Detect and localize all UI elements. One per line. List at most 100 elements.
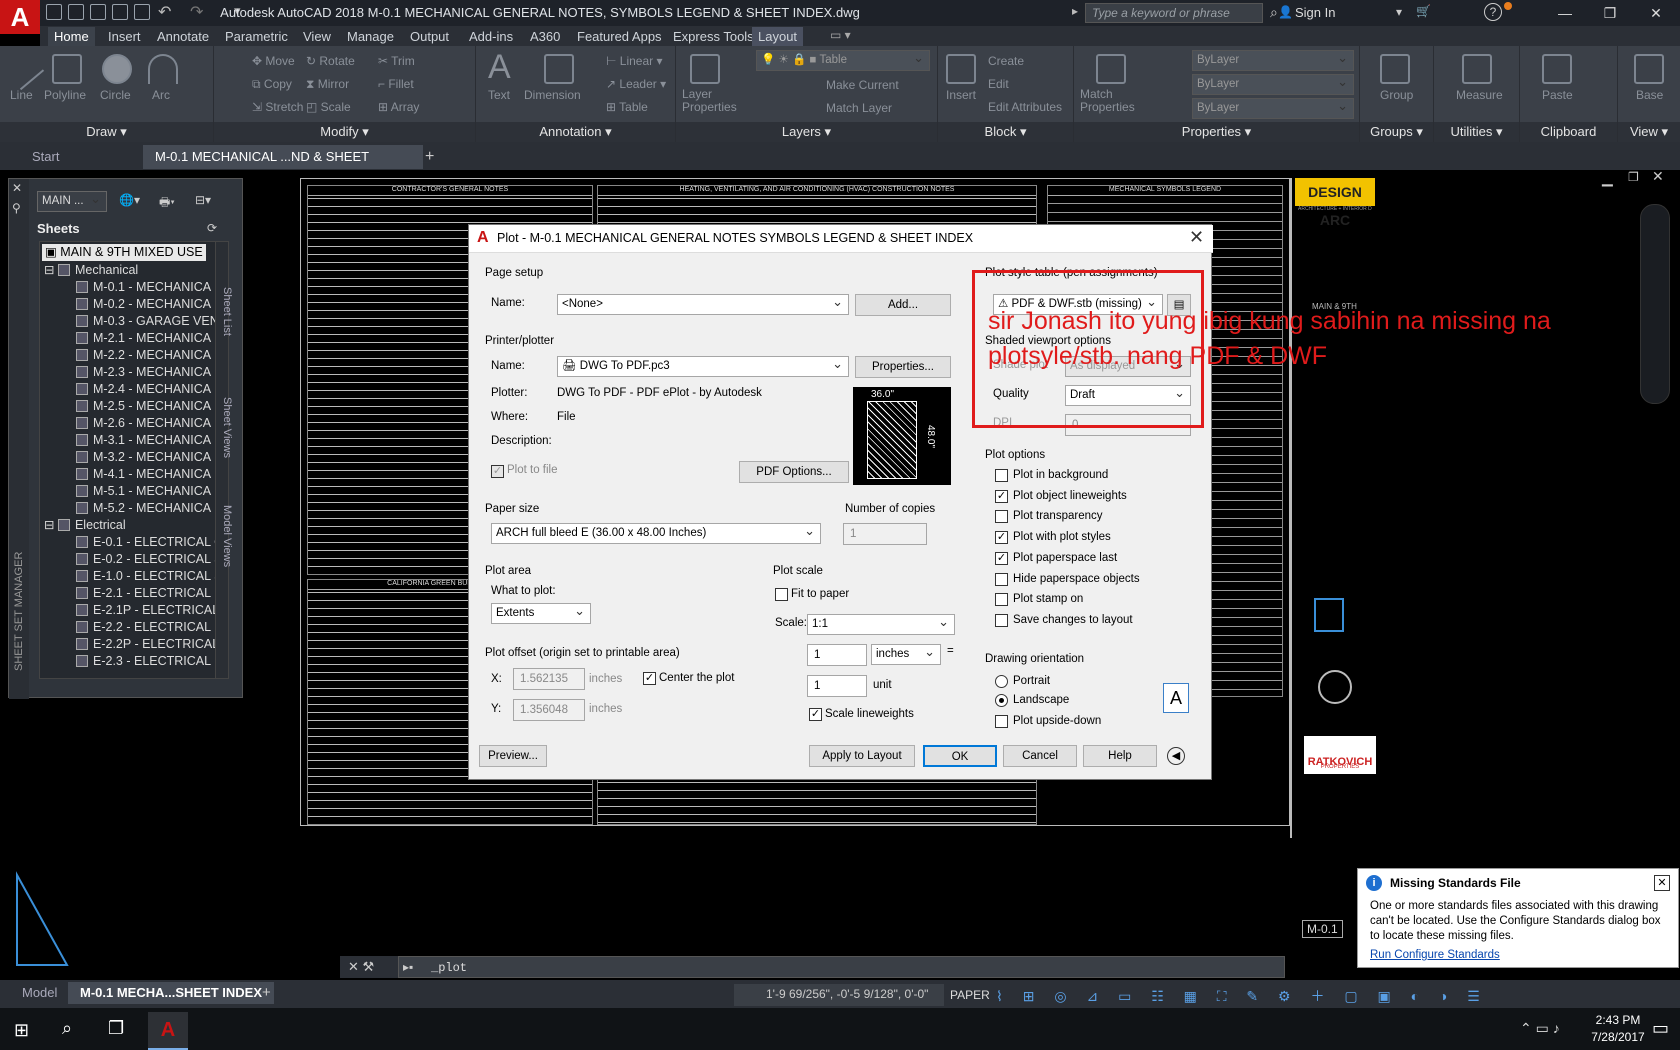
measure-tool[interactable]: Measure (1456, 88, 1503, 102)
annotation-panel-title[interactable]: Annotation ▾ (476, 122, 675, 142)
paste-icon[interactable] (1542, 54, 1572, 84)
new-tab-icon[interactable]: + (425, 148, 434, 166)
sheet-list-item[interactable]: M-2.3 - MECHANICA (76, 364, 211, 381)
edit-block-tool[interactable]: Edit (988, 77, 1009, 91)
offset-x-input[interactable]: 1.562135 (513, 668, 585, 690)
toast-close-icon[interactable]: ✕ (1654, 875, 1670, 891)
mirror-tool[interactable]: ⧗ Mirror (306, 77, 349, 92)
tree-group[interactable]: ⊟ Mechanical (44, 262, 138, 279)
tab-home[interactable]: Home (48, 27, 95, 46)
ok-button[interactable]: OK (923, 745, 997, 767)
publish-icon[interactable]: 🌐▾ (119, 193, 140, 207)
pdf-options-button[interactable]: PDF Options... (739, 461, 849, 483)
sheet-list-item[interactable]: M-5.1 - MECHANICA (76, 483, 211, 500)
scale-unit-input[interactable]: 1 (807, 675, 867, 697)
add-page-setup-button[interactable]: Add... (855, 294, 951, 316)
tab-output[interactable]: Output (404, 27, 455, 46)
scale-select[interactable]: 1:1 (807, 614, 955, 635)
sheet-list-item[interactable]: E-2.1 - ELECTRICAL LI (76, 585, 223, 602)
layer-properties-icon[interactable] (690, 54, 720, 84)
autocad-taskbar-icon[interactable]: A (148, 1012, 188, 1050)
ssm-pin-icon[interactable]: ⚲ (12, 201, 21, 215)
create-block-tool[interactable]: Create (988, 54, 1024, 68)
sheet-list-item[interactable]: M-2.2 - MECHANICA (76, 347, 211, 364)
viewport-close-icon[interactable]: ✕ (1652, 168, 1664, 185)
tab-featured-apps[interactable]: Featured Apps (571, 27, 668, 46)
preview-button[interactable]: Preview... (479, 745, 547, 767)
view-options-icon[interactable]: ⊟▾ (195, 193, 211, 207)
insert-block-icon[interactable] (946, 54, 976, 84)
sheet-list-item[interactable]: M-4.1 - MECHANICA (76, 466, 211, 483)
clipboard-panel-title[interactable]: Clipboard (1520, 122, 1617, 142)
match-layer-tool[interactable]: Match Layer (826, 101, 892, 115)
base-view-icon[interactable] (1634, 54, 1664, 84)
rotate-tool[interactable]: ↻ Rotate (306, 54, 355, 68)
layer-combo[interactable]: 💡 ☀ 🔒 ■ Table (756, 50, 930, 71)
sheet-list-item[interactable]: M-2.6 - MECHANICA (76, 415, 211, 432)
sheet-list-item[interactable]: M-0.3 - GARAGE VEN (76, 313, 219, 330)
search-input[interactable]: Type a keyword or phrase (1085, 3, 1263, 23)
arc-tool[interactable]: Arc (152, 88, 170, 102)
tab-current-drawing[interactable]: M-0.1 MECHANICAL ...ND & SHEET INDEX* (143, 145, 423, 188)
dimension-icon[interactable] (544, 54, 574, 84)
viewport-restore-icon[interactable]: ❐ (1628, 170, 1639, 184)
tree-root[interactable]: ▣ MAIN & 9TH MIXED USE (42, 244, 206, 261)
match-properties-icon[interactable] (1096, 54, 1126, 84)
page-setup-name-select[interactable]: <None> (557, 294, 849, 315)
viewport-min-icon[interactable]: ▁ (1602, 170, 1613, 187)
sheet-list-item[interactable]: E-2.2 - ELECTRICAL LI (76, 619, 223, 636)
tab-a360[interactable]: A360 (524, 27, 566, 46)
plot-option-checkbox[interactable] (995, 510, 1008, 524)
center-plot-checkbox[interactable]: ✓ (643, 672, 656, 685)
tab-sheet-views[interactable]: Sheet Views (221, 397, 233, 458)
ssm-close-icon[interactable]: ✕ (12, 181, 22, 195)
dialog-close-icon[interactable]: ✕ (1189, 227, 1204, 248)
coordinates-readout[interactable]: 1'-9 69/256", -0'-5 9/128", 0'-0" (734, 984, 944, 1006)
upside-down-checkbox[interactable] (995, 715, 1008, 728)
plot-option-checkbox[interactable]: ✓ (995, 551, 1008, 565)
tab-sheet-list[interactable]: Sheet List (221, 287, 233, 336)
lineweight-combo[interactable]: ByLayer (1192, 98, 1354, 119)
clock-date[interactable]: 7/28/2017 (1588, 1030, 1648, 1044)
sheet-list-item[interactable]: M-3.2 - MECHANICA (76, 449, 211, 466)
utilities-panel-title[interactable]: Utilities ▾ (1434, 122, 1519, 142)
make-current-tool[interactable]: Make Current (826, 78, 899, 92)
tab-model[interactable]: Model (10, 982, 69, 1004)
scale-tool[interactable]: ◰ Scale (306, 100, 351, 114)
command-tools[interactable]: ✕ ⚒ (340, 956, 398, 978)
tree-group[interactable]: ⊟ Electrical (44, 517, 126, 534)
help-button[interactable]: Help (1083, 745, 1157, 767)
close-icon[interactable]: ✕ (1636, 2, 1676, 24)
insert-block-tool[interactable]: Insert (946, 88, 976, 102)
plot-option-checkbox[interactable]: ✓ (995, 531, 1008, 545)
color-combo[interactable]: ByLayer (1192, 50, 1354, 71)
sheet-list-item[interactable]: M-0.2 - MECHANICA (76, 296, 211, 313)
plot-option-checkbox[interactable]: ✓ (995, 489, 1008, 503)
cart-icon[interactable]: 🛒 (1416, 4, 1431, 18)
navigation-bar[interactable] (1640, 204, 1670, 404)
fillet-tool[interactable]: ⌐ Fillet (378, 77, 414, 91)
add-layout-icon[interactable]: + (262, 984, 271, 1001)
arrow-right-icon[interactable]: ▸ (1072, 4, 1078, 18)
arc-icon[interactable] (148, 54, 178, 84)
tab-manage[interactable]: Manage (341, 27, 400, 46)
dimension-tool[interactable]: Dimension (524, 88, 581, 102)
sheet-list-item[interactable]: E-0.2 - ELECTRICAL SI (76, 551, 223, 568)
windows-start-icon[interactable]: ⊞ (14, 1020, 29, 1041)
binoculars-icon[interactable]: ⌕ (1270, 4, 1278, 21)
plot-icon[interactable]: 🖶▾ (159, 193, 175, 214)
tab-insert[interactable]: Insert (102, 27, 147, 46)
group-icon[interactable] (1380, 54, 1410, 84)
run-configure-standards-link[interactable]: Run Configure Standards (1370, 949, 1500, 961)
ribbon-options-icon[interactable]: ▭ ▾ (830, 28, 851, 42)
layers-panel-title[interactable]: Layers ▾ (676, 122, 937, 142)
action-center-icon[interactable]: ▭ (1652, 1018, 1669, 1039)
printer-properties-button[interactable]: Properties... (855, 356, 951, 378)
sheet-list-item[interactable]: E-2.3 - ELECTRICAL LI (76, 653, 223, 670)
paper-space-toggle[interactable]: PAPER (950, 988, 990, 1002)
sheet-list-item[interactable]: M-2.4 - MECHANICA (76, 381, 211, 398)
base-view-tool[interactable]: Base (1636, 88, 1663, 102)
task-view-icon[interactable]: ❐ (108, 1018, 124, 1039)
plot-option-checkbox[interactable] (995, 469, 1008, 482)
landscape-radio[interactable] (995, 694, 1008, 707)
